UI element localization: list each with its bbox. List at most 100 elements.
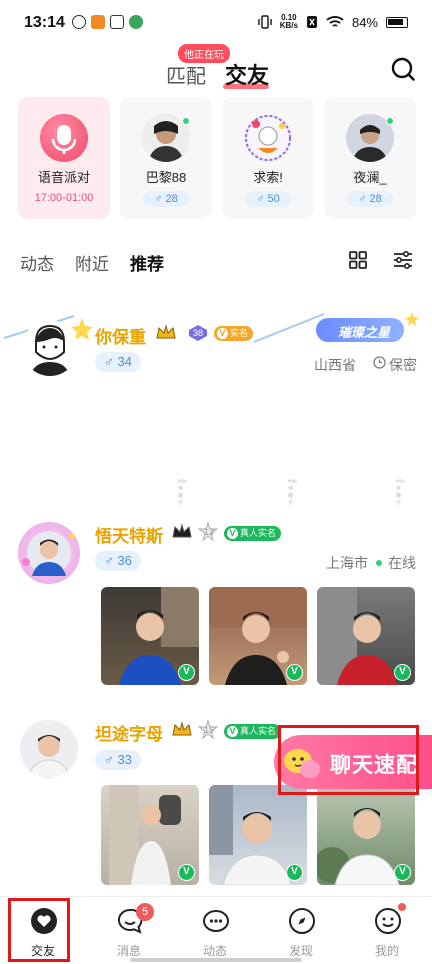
verified-icon: V [227,528,238,539]
tab-nearby[interactable]: 附近 [75,250,109,275]
highlight-box [8,898,70,962]
nav-label: 消息 [116,944,141,958]
feed-post[interactable]: 悟天特斯 13 V 真人实名 ♂ 36 上海市 在线 V V V [0,512,432,692]
microphone-icon [40,114,88,162]
highlight-box [278,725,419,795]
user-card[interactable]: 巴黎88 ♂ 28 [120,97,212,219]
network-speed: 0.10 KB/s [280,14,298,30]
watermark: Hilo 伴鹿子 [396,479,405,506]
tab-social[interactable]: 交友 [225,58,269,90]
crown-icon [172,523,192,538]
star-title-banner: 璀璨之星 [316,318,404,342]
moments-icon [203,910,229,932]
search-icon[interactable] [390,56,416,82]
verified-label: 真人实名 [240,528,277,538]
user-name: 悟天特斯 [95,527,163,546]
verified-photo-icon: V [394,664,411,681]
verified-photo-icon: V [178,864,195,881]
location: 上海市 在线 [326,553,416,573]
post-photo[interactable]: V [317,587,415,685]
age-badge: ♂ 28 [143,191,189,207]
battery-icon [386,16,408,28]
voice-party-time: 17:00-01:00 [34,192,94,204]
avatar[interactable] [18,522,80,584]
status-bar: 13:14 0.10 KB/s 84% [0,0,432,44]
battery-percent: 84% [351,14,378,30]
user-name: 巴黎88 [145,170,187,185]
nav-moments[interactable]: 动态 [172,897,258,964]
user-name: 夜澜_ [353,170,387,185]
banner-text: 璀璨之星 [338,325,391,340]
crown-icon [156,324,176,339]
level-value: 38 [193,328,204,338]
nav-messages[interactable]: 5 消息 [86,897,172,964]
post-photo[interactable]: V [101,587,199,685]
nav-profile[interactable]: 我的 [344,897,430,964]
verified-photo-icon: V [286,864,303,881]
filter-icon[interactable] [393,250,413,270]
user-name: 求索! [253,170,283,185]
tab-recommend[interactable]: 推荐 [130,250,164,275]
status-notification-icons [72,15,143,29]
post-photo[interactable]: V [101,785,199,885]
unread-badge: 5 [136,903,154,921]
location-city: 上海市 [326,555,368,571]
app-notification-icon [110,15,124,29]
app-notification-icon [91,15,105,29]
avatar [244,114,292,162]
crown-icon [172,721,192,736]
nav-label: 动态 [202,944,227,958]
user-name: 坦途字母 [95,725,163,744]
compass-icon [289,908,315,934]
privacy-status: 保密 [389,357,417,373]
nav-label: 我的 [374,944,399,958]
user-card[interactable]: 求索! ♂ 50 [222,97,314,219]
verified-icon: V [227,726,238,737]
sim-icon [306,16,317,28]
online-indicator [376,560,382,567]
app-notification-icon [72,15,86,29]
user-card[interactable]: 夜澜_ ♂ 28 [324,97,416,219]
nav-label: 发现 [288,944,313,958]
wifi-icon [326,16,344,27]
feed-post[interactable]: 你保重 38 V 实名 ♂ 34 璀璨之星 山西省 保密 [0,296,432,482]
home-indicator [130,958,302,962]
tab-moments[interactable]: 动态 [20,250,54,275]
tab-match[interactable]: 匹配 [166,60,206,89]
age-badge: ♂ 50 [245,191,291,207]
verified-photo-icon: V [178,664,195,681]
verified-badge: V 真人实名 [224,724,282,739]
level-value: 13 [204,527,215,537]
verified-label: 真人实名 [240,726,277,736]
online-status: 在线 [388,555,416,571]
voice-party-title: 语音派对 [37,170,90,185]
location: 山西省 [314,357,356,373]
user-name: 你保重 [95,328,146,347]
age-badge: ♂ 34 [95,352,141,372]
voice-party-card[interactable]: 语音派对 17:00-01:00 [18,97,110,219]
app-notification-icon [129,15,143,29]
post-photo[interactable]: V [209,785,307,885]
age-badge: ♂ 36 [95,551,141,571]
verified-badge: V 真人实名 [224,526,282,541]
age-badge: ♂ 33 [95,750,141,770]
avatar[interactable] [20,720,78,778]
status-time: 13:14 [24,14,65,31]
verified-label: 实名 [230,328,249,338]
online-indicator [182,117,190,125]
age-badge: ♂ 28 [347,191,393,207]
vibrate-icon [258,15,272,29]
app-header: 他正在玩 匹配 交友 [0,44,432,94]
profile-icon [375,908,401,934]
notification-dot [398,903,406,911]
avatar[interactable] [22,320,78,376]
verified-photo-icon: V [286,664,303,681]
nav-discover[interactable]: 发现 [258,897,344,964]
grid-view-icon[interactable] [349,251,367,269]
net-speed-unit: KB/s [279,21,298,30]
online-indicator [386,117,394,125]
clock-icon [373,356,386,369]
post-photo[interactable]: V [317,785,415,885]
verified-photo-icon: V [394,864,411,881]
post-photo[interactable]: V [209,587,307,685]
